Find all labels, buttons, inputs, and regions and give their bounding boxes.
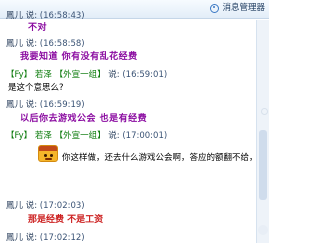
message-manager-label: 消息管理器 bbox=[222, 3, 265, 14]
message-time: (16:59:01) bbox=[122, 70, 168, 80]
sender-name[interactable]: 鳳儿 bbox=[6, 100, 23, 110]
message-time: (16:58:58) bbox=[39, 39, 85, 49]
said-label: 说: bbox=[108, 131, 120, 141]
sender-name[interactable]: 若泽 bbox=[35, 70, 52, 80]
message-text: 那是经费 不是工资 bbox=[28, 215, 104, 225]
message-time: (17:02:12) bbox=[39, 233, 85, 243]
message-text: 不对 bbox=[28, 23, 48, 33]
message-header: 鳳儿 说: (17:02:03) bbox=[6, 202, 85, 211]
message-header: 鳳儿 说: (16:58:43) bbox=[6, 12, 85, 21]
message-header: 【Fy】 若泽 【外宣一组】 说: (17:00:01) bbox=[6, 132, 167, 141]
message-text: 是这个意思么? bbox=[8, 83, 64, 93]
cartoon-face-icon bbox=[38, 145, 58, 162]
message-text: 你这样做，还去什么游戏公会啊，答应的额翻不给， bbox=[62, 153, 258, 163]
group-tag: 【Fy】 bbox=[6, 131, 33, 141]
said-label: 说: bbox=[25, 39, 38, 49]
avatar bbox=[258, 225, 268, 235]
message-manager-button[interactable]: 消息管理器 bbox=[210, 2, 265, 15]
message-time: (16:58:43) bbox=[39, 11, 85, 21]
message-time: (17:02:03) bbox=[39, 201, 85, 211]
scroll-indicator-icon bbox=[261, 108, 268, 115]
message-header: 【Fy】 若泽 【外宣一组】 说: (16:59:01) bbox=[6, 71, 167, 80]
sender-name[interactable]: 鳳儿 bbox=[6, 201, 23, 211]
said-label: 说: bbox=[25, 11, 38, 21]
message-header: 鳳儿 说: (16:59:19) bbox=[6, 101, 85, 110]
message-header: 鳳儿 说: (16:58:58) bbox=[6, 40, 85, 49]
group-name: 【外宣一组】 bbox=[54, 70, 106, 80]
message-header: 鳳儿 说: (17:02:12) bbox=[6, 234, 85, 243]
message-text: 以后你去游戏公会 也是有经费 bbox=[20, 114, 148, 124]
message-time: (17:00:01) bbox=[122, 131, 168, 141]
sender-name[interactable]: 鳳儿 bbox=[6, 11, 23, 21]
said-label: 说: bbox=[25, 201, 38, 211]
sender-name[interactable]: 鳳儿 bbox=[6, 233, 23, 243]
chat-scrollbar[interactable] bbox=[256, 20, 269, 243]
message-time: (16:59:19) bbox=[39, 100, 85, 110]
said-label: 说: bbox=[25, 233, 38, 243]
message-text: 我要知道 你有没有乱花经费 bbox=[20, 52, 138, 62]
said-label: 说: bbox=[108, 70, 120, 80]
said-label: 说: bbox=[25, 100, 38, 110]
sender-name[interactable]: 鳳儿 bbox=[6, 39, 23, 49]
message-manager-icon bbox=[210, 4, 220, 13]
sender-name[interactable]: 若泽 bbox=[35, 131, 52, 141]
chat-log: 鳳儿 说: (16:58:43) 不对 鳳儿 说: (16:58:58) 我要知… bbox=[0, 12, 256, 243]
group-name: 【外宣一组】 bbox=[54, 131, 106, 141]
group-tag: 【Fy】 bbox=[6, 70, 33, 80]
scrollbar-thumb[interactable] bbox=[259, 130, 267, 200]
